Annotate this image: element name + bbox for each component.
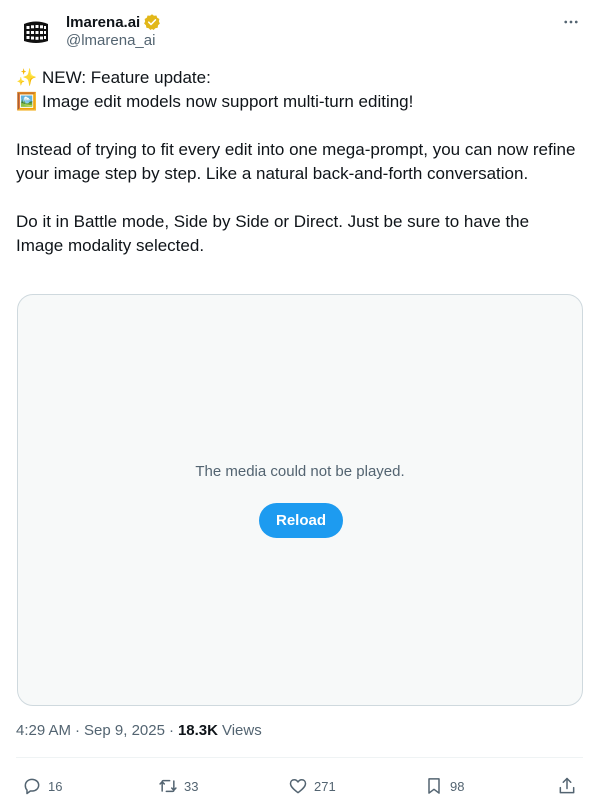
separator: · bbox=[75, 722, 81, 739]
handle[interactable]: @lmarena_ai bbox=[66, 32, 155, 49]
bookmark-button[interactable]: 98 bbox=[424, 772, 464, 800]
tweet-metadata: 4:29 AM · Sep 9, 2025 · 18.3K Views bbox=[16, 722, 262, 739]
repost-button[interactable]: 33 bbox=[158, 772, 198, 800]
timestamp-time[interactable]: 4:29 AM bbox=[16, 722, 71, 739]
arena-logo-icon bbox=[24, 21, 48, 43]
bookmark-count: 98 bbox=[450, 778, 465, 794]
text-line: ✨ NEW: Feature update: bbox=[16, 66, 576, 90]
media-error-message: The media could not be played. bbox=[195, 463, 405, 480]
repost-count: 33 bbox=[184, 778, 199, 794]
reply-button[interactable]: 16 bbox=[22, 772, 62, 800]
like-button[interactable]: 271 bbox=[288, 772, 336, 800]
more-options-button[interactable] bbox=[559, 12, 583, 32]
like-count: 271 bbox=[314, 778, 336, 794]
sparkles-icon: ✨ bbox=[16, 68, 38, 87]
timestamp-date[interactable]: Sep 9, 2025 bbox=[84, 722, 165, 739]
views-count: 18.3K bbox=[177, 722, 218, 739]
share-icon bbox=[559, 777, 575, 794]
action-bar: 16 33 271 98 bbox=[0, 772, 599, 800]
framed-picture-icon: 🖼️ bbox=[16, 92, 38, 111]
bookmark-icon bbox=[428, 778, 440, 794]
reply-count: 16 bbox=[48, 778, 63, 794]
more-horizontal-icon bbox=[564, 20, 578, 24]
divider bbox=[16, 757, 583, 758]
share-button[interactable] bbox=[557, 772, 577, 800]
repost-icon bbox=[159, 779, 177, 793]
tweet: lmarena.ai @lmarena_ai ✨ NEW: Feature upd… bbox=[0, 0, 599, 810]
avatar[interactable] bbox=[16, 12, 56, 52]
display-name[interactable]: lmarena.ai bbox=[66, 14, 140, 31]
reply-icon bbox=[24, 778, 40, 795]
verified-badge-icon[interactable] bbox=[143, 13, 161, 31]
tweet-text: ✨ NEW: Feature update: 🖼️ Image edit model… bbox=[16, 66, 576, 258]
media-player[interactable]: The media could not be played. Reload bbox=[17, 294, 583, 706]
views-label: Views bbox=[221, 722, 262, 739]
heart-icon bbox=[289, 779, 307, 794]
reload-button[interactable]: Reload bbox=[259, 503, 343, 538]
text-paragraph: Instead of trying to fit every edit into… bbox=[16, 140, 576, 183]
separator: · bbox=[168, 722, 174, 739]
text-paragraph: Do it in Battle mode, Side by Side or Di… bbox=[16, 212, 530, 255]
author-row: lmarena.ai bbox=[66, 12, 161, 32]
text-line: 🖼️ Image edit models now support multi-tu… bbox=[16, 90, 576, 114]
